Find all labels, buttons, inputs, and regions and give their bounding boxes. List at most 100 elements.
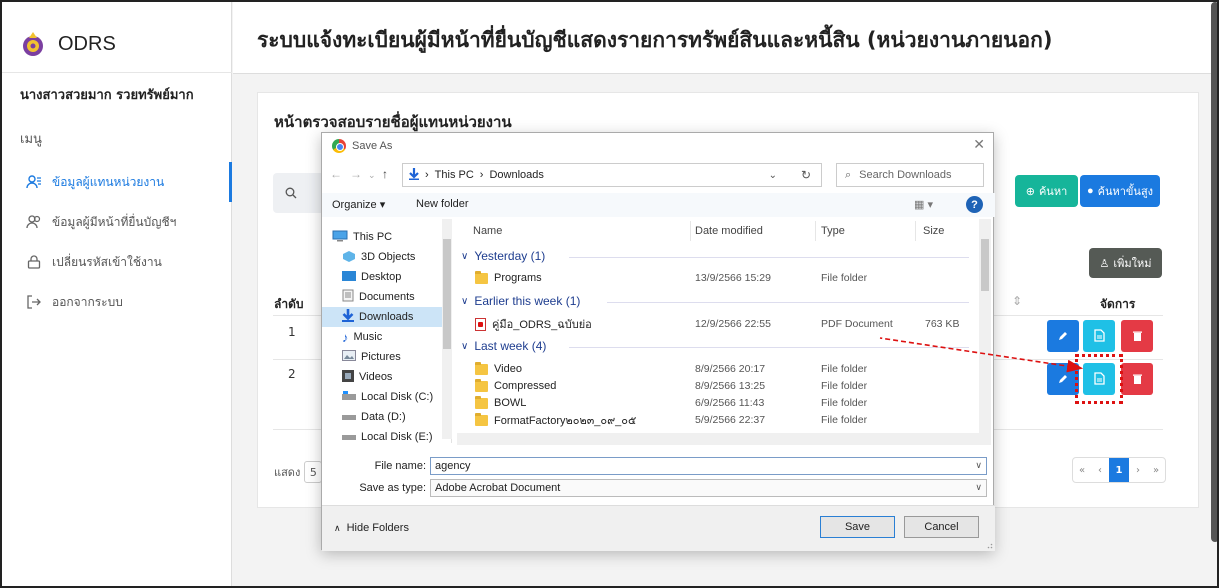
menu-title: เมนู — [20, 132, 42, 147]
close-icon[interactable]: ✕ — [973, 136, 985, 153]
group-header-earlier-this-week[interactable]: ∨ Earlier this week (1) — [461, 294, 580, 308]
navigation-bar: ← → ⌄ ↑ › This PC › Downloads ⌄ ↻ ⌕ Sear… — [322, 161, 995, 189]
breadcrumb-this-pc[interactable]: This PC — [435, 169, 474, 181]
drive-icon — [342, 411, 356, 424]
column-header-name[interactable]: Name — [473, 225, 502, 237]
sort-icon[interactable]: ⇕ — [1012, 294, 1022, 308]
file-date: 8/9/2566 20:17 — [695, 363, 766, 375]
sidebar-item-filers[interactable]: ข้อมูลผู้มีหน้าที่ยื่นบัญชีฯ — [2, 202, 232, 242]
file-row[interactable]: FormatFactory๒๐๒๓_๐๙_๐๕ — [475, 412, 636, 428]
address-bar[interactable]: › This PC › Downloads ⌄ ↻ — [402, 163, 822, 187]
file-list-scroll-thumb[interactable] — [981, 239, 989, 291]
page-last-button[interactable]: » — [1147, 458, 1165, 482]
folder-icon — [475, 412, 488, 426]
page-first-button[interactable]: « — [1073, 458, 1091, 482]
folder-icon — [475, 395, 488, 409]
hide-folders-toggle[interactable]: ∧ Hide Folders — [334, 522, 409, 534]
search-downloads-input[interactable]: ⌕ Search Downloads — [836, 163, 984, 187]
file-list: Name Date modified Type Size ∨ Yesterday… — [457, 219, 995, 443]
group-divider — [569, 347, 969, 348]
breadcrumb-downloads[interactable]: Downloads — [489, 169, 543, 181]
sidebar-item-change-password[interactable]: เปลี่ยนรหัสเข้าใช้งาน — [2, 242, 232, 282]
sidebar-item-label: เปลี่ยนรหัสเข้าใช้งาน — [52, 254, 162, 269]
breadcrumb-separator: › — [479, 169, 484, 181]
tree-item-desktop[interactable]: Desktop — [342, 267, 401, 287]
search-dot-icon: ● — [1086, 185, 1094, 197]
tree-scroll-thumb[interactable] — [443, 239, 451, 349]
file-row[interactable]: คู่มือ_ODRS_ฉบับย่อ — [475, 316, 592, 332]
file-row[interactable]: Programs — [475, 270, 542, 286]
up-arrow-icon[interactable]: ↑ — [382, 167, 388, 181]
lock-icon — [26, 254, 42, 270]
document-icon — [1093, 327, 1105, 346]
delete-button[interactable] — [1121, 320, 1153, 352]
search-button[interactable]: ⊕ ค้นหา — [1015, 175, 1078, 207]
forward-arrow-icon[interactable]: → — [350, 167, 362, 181]
sidebar: ODRS นางสาวสวยมาก รวยทรัพย์มาก เมนู ข้อม… — [2, 2, 232, 586]
new-folder-button[interactable]: New folder — [416, 198, 469, 210]
column-header-date[interactable]: Date modified — [695, 225, 763, 237]
tree-item-this-pc[interactable]: This PC — [332, 227, 392, 247]
annotation-highlight-box — [1075, 354, 1123, 404]
search-icon: ⌕ — [845, 168, 852, 181]
view-options-icon[interactable]: ▦ ▾ — [914, 198, 933, 211]
tree-item-videos[interactable]: Videos — [342, 367, 392, 387]
page-current[interactable]: 1 — [1109, 458, 1129, 482]
add-new-button[interactable]: ♙ เพิ่มใหม่ — [1089, 248, 1162, 278]
group-header-yesterday[interactable]: ∨ Yesterday (1) — [461, 249, 545, 263]
tree-item-documents[interactable]: Documents — [342, 287, 415, 307]
sidebar-item-logout[interactable]: ออกจากระบบ — [2, 282, 232, 322]
save-type-select[interactable]: Adobe Acrobat Document ∨ — [430, 479, 987, 497]
page-next-button[interactable]: › — [1129, 458, 1147, 482]
brand[interactable]: ODRS — [20, 24, 116, 64]
tree-item-local-disk-c[interactable]: Local Disk (C:) — [342, 387, 433, 407]
horizontal-scrollbar[interactable] — [457, 433, 991, 445]
page-scrollbar[interactable] — [1211, 2, 1217, 542]
sidebar-item-label: ออกจากระบบ — [52, 294, 123, 309]
chevron-down-icon[interactable]: ⌄ — [769, 170, 777, 181]
chevron-down-icon[interactable]: ∨ — [975, 482, 982, 493]
tree-item-3d-objects[interactable]: 3D Objects — [342, 247, 415, 267]
file-name-input[interactable]: agency ∨ — [430, 457, 987, 475]
refresh-icon[interactable]: ↻ — [801, 168, 811, 182]
folder-icon — [475, 378, 488, 392]
tree-item-local-disk-e[interactable]: Local Disk (E:) — [342, 427, 433, 443]
save-button[interactable]: Save — [820, 516, 895, 538]
3d-objects-icon — [342, 250, 356, 265]
sidebar-item-agency-reps[interactable]: ข้อมูลผู้แทนหน่วยงาน — [2, 162, 232, 202]
file-row[interactable]: Compressed — [475, 378, 556, 394]
column-header-index[interactable]: ลำดับ — [274, 295, 304, 314]
edit-button[interactable] — [1047, 320, 1079, 352]
resize-grip-icon[interactable] — [985, 541, 993, 549]
view-document-button[interactable] — [1083, 320, 1115, 352]
tree-item-pictures[interactable]: Pictures — [342, 347, 401, 367]
page-title: หน้าตรวจสอบรายชื่อผู้แทนหน่วยงาน — [274, 113, 512, 131]
group-divider — [607, 302, 969, 303]
column-header-type[interactable]: Type — [821, 225, 845, 237]
logout-icon — [26, 294, 42, 310]
advanced-search-button[interactable]: ● ค้นหาขั้นสูง — [1080, 175, 1160, 207]
app-frame: ODRS นางสาวสวยมาก รวยทรัพย์มาก เมนู ข้อม… — [0, 0, 1219, 588]
chevron-down-icon: ∨ — [461, 340, 469, 352]
file-row[interactable]: BOWL — [475, 395, 526, 411]
page-prev-button[interactable]: ‹ — [1091, 458, 1109, 482]
tree-item-data-d[interactable]: Data (D:) — [342, 407, 406, 427]
tree-item-downloads[interactable]: Downloads — [322, 307, 442, 327]
tree-item-music[interactable]: ♪ Music — [342, 327, 382, 347]
downloads-icon — [342, 309, 354, 325]
help-icon[interactable]: ? — [966, 196, 983, 213]
page-size-select[interactable]: 5 — [304, 461, 323, 483]
cancel-button[interactable]: Cancel — [904, 516, 979, 538]
chevron-down-icon[interactable]: ⌄ — [368, 170, 376, 181]
desktop-icon — [342, 270, 356, 285]
organize-menu[interactable]: Organize ▾ — [332, 198, 385, 211]
sidebar-item-label: ข้อมูลผู้มีหน้าที่ยื่นบัญชีฯ — [52, 214, 177, 229]
pencil-icon — [1057, 370, 1069, 389]
chevron-up-icon: ∧ — [334, 522, 341, 533]
column-header-size[interactable]: Size — [923, 225, 944, 237]
file-row[interactable]: Video — [475, 361, 522, 377]
chevron-down-icon[interactable]: ∨ — [975, 460, 982, 471]
back-arrow-icon[interactable]: ← — [330, 167, 342, 181]
delete-button[interactable] — [1121, 363, 1153, 395]
group-header-last-week[interactable]: ∨ Last week (4) — [461, 339, 546, 353]
